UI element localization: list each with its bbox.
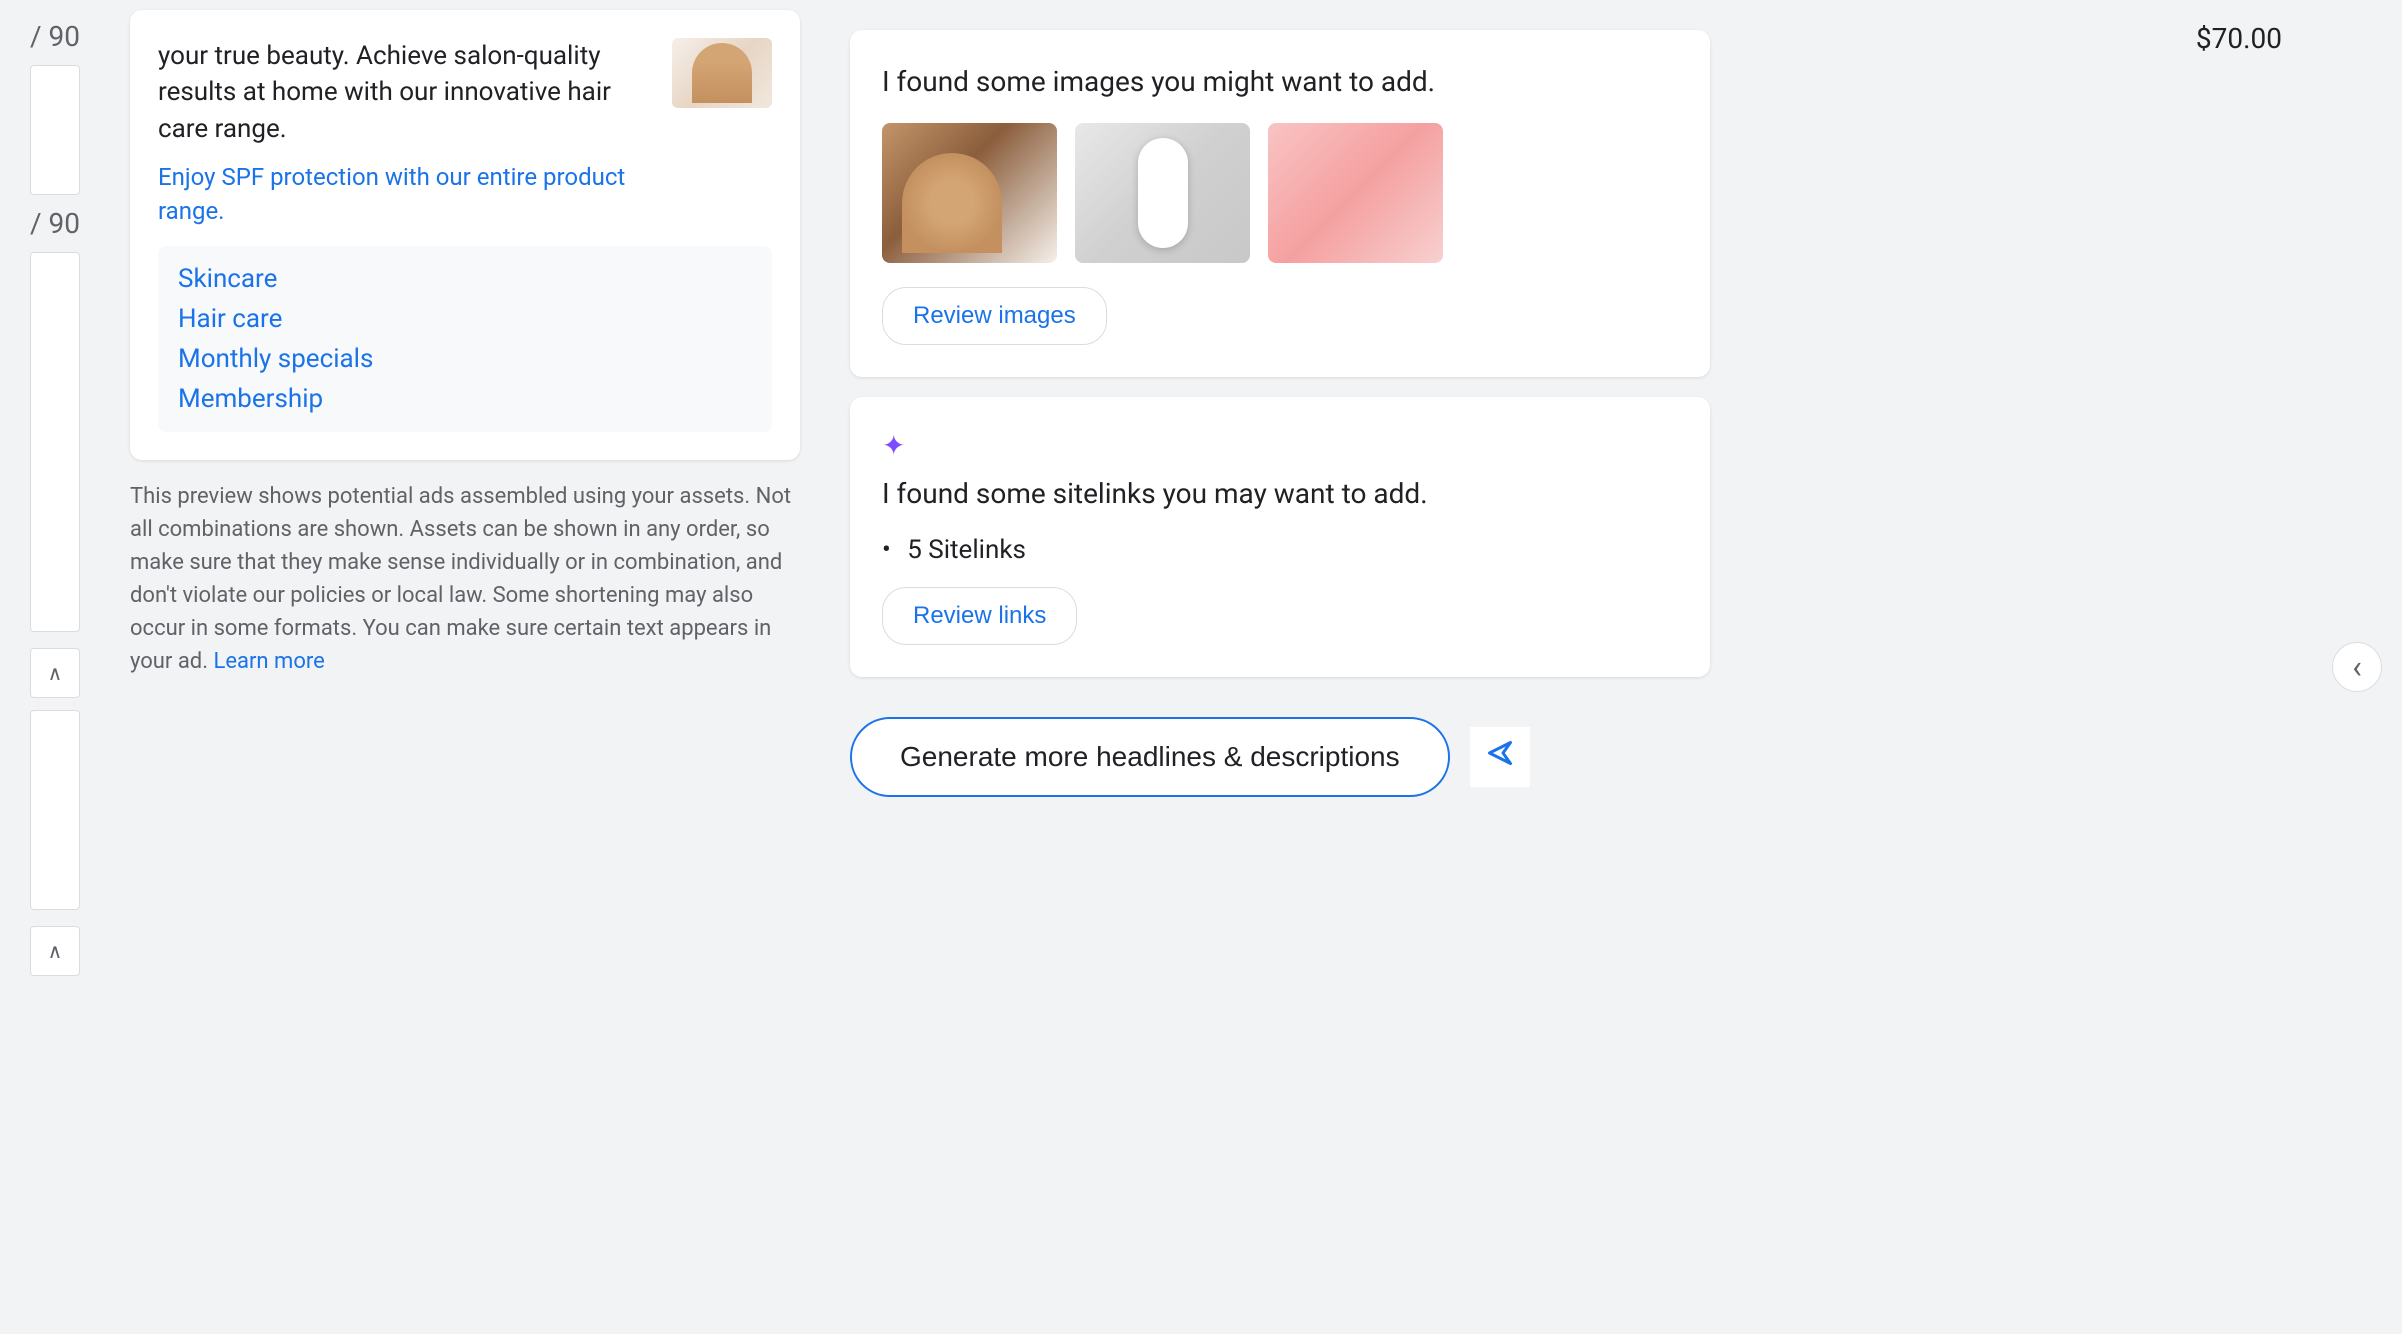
person-shape [692,43,752,103]
ad-preview-card: your true beauty. Achieve salon-quality … [130,10,800,460]
scrollbar-track-2[interactable] [30,252,80,632]
sitelinks-count: • 5 Sitelinks [882,535,1678,565]
site-links: Skincare Hair care Monthly specials Memb… [158,246,772,432]
images-suggestion-card: I found some images you might want to ad… [850,30,1710,377]
site-link-haircare[interactable]: Hair care [178,304,752,334]
send-button[interactable] [1470,727,1530,787]
scrollbar-track-3[interactable] [30,710,80,910]
collapse-panel-button[interactable]: ‹ [2332,642,2382,692]
price-display: $70.00 [2196,22,2282,55]
image-thumb-1[interactable] [882,123,1057,263]
site-link-skincare[interactable]: Skincare [178,264,752,294]
ad-description: your true beauty. Achieve salon-quality … [158,38,652,147]
site-link-membership[interactable]: Membership [178,384,752,414]
sitelinks-suggestion-card: ✦ I found some sitelinks you may want to… [850,397,1710,677]
images-suggestion-title: I found some images you might want to ad… [882,62,1678,101]
generate-section: Generate more headlines & descriptions [850,717,1710,797]
image-thumb-3[interactable] [1268,123,1443,263]
char-counter-1: / 90 [30,20,80,53]
site-link-monthly-specials[interactable]: Monthly specials [178,344,752,374]
sitelinks-count-label: 5 Sitelinks [907,535,1026,565]
right-panel: $70.00 I found some images you might wan… [820,0,2402,1334]
ad-link[interactable]: Enjoy SPF protection with our entire pro… [158,161,652,228]
send-icon [1482,735,1518,780]
ad-text-block: your true beauty. Achieve salon-quality … [158,38,652,228]
preview-notice-text: This preview shows potential ads assembl… [130,484,791,674]
learn-more-link[interactable]: Learn more [213,649,324,674]
image-thumb-2[interactable] [1075,123,1250,263]
review-images-button[interactable]: Review images [882,287,1107,345]
left-panel: / 90 / 90 ∧ ∧ your true beauty. Achieve … [0,0,820,1334]
generate-headlines-button[interactable]: Generate more headlines & descriptions [850,717,1450,797]
preview-notice: This preview shows potential ads assembl… [130,480,800,678]
scrollbar-area: / 90 / 90 ∧ ∧ [0,0,110,1334]
char-counter-2: / 90 [30,207,80,240]
main-content-area: your true beauty. Achieve salon-quality … [110,0,820,1334]
sparkle-icon: ✦ [882,429,1678,462]
ad-preview-content: your true beauty. Achieve salon-quality … [158,38,772,228]
scrollbar-track-1[interactable] [30,65,80,195]
sitelinks-suggestion-title: I found some sitelinks you may want to a… [882,474,1678,513]
ad-image-thumb [672,38,772,108]
suggestions-container: I found some images you might want to ad… [850,30,1710,797]
review-links-button[interactable]: Review links [882,587,1077,645]
collapse-arrow-1[interactable]: ∧ [30,648,80,698]
collapse-arrow-2[interactable]: ∧ [30,926,80,976]
images-row [882,123,1678,263]
